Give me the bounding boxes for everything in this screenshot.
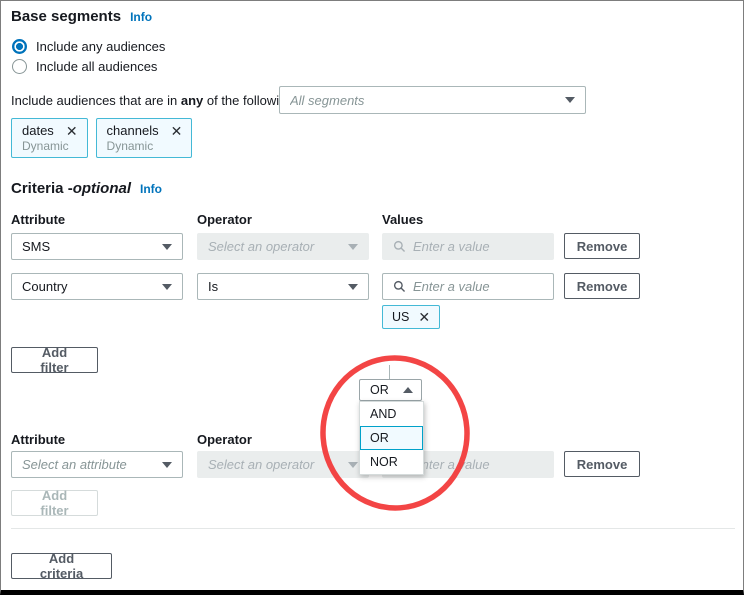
column-header-attribute: Attribute — [11, 212, 65, 227]
chevron-down-icon — [348, 284, 358, 290]
connector-line — [389, 365, 390, 379]
value-tag-label: US — [392, 310, 409, 324]
chevron-down-icon — [162, 462, 172, 468]
criteria-title-optional: optional — [73, 180, 131, 197]
criteria-info-link[interactable]: Info — [140, 182, 162, 196]
radio-unselected-icon[interactable] — [12, 59, 27, 74]
connector-option-nor[interactable]: NOR — [360, 450, 423, 474]
attribute-select-value: SMS — [22, 239, 162, 254]
segment-tag-name: channels — [107, 123, 159, 138]
operator-select-row2[interactable]: Is — [197, 273, 369, 300]
segment-tag-type: Dynamic — [107, 139, 183, 153]
add-criteria-button[interactable]: Add criteria — [11, 553, 112, 579]
remove-button-row1[interactable]: Remove — [564, 233, 640, 259]
attribute-select-placeholder: Select an attribute — [22, 457, 162, 472]
sentence-prefix: Include audiences that are in — [11, 93, 181, 108]
attribute-select-value: Country — [22, 279, 162, 294]
segment-tag-name: dates — [22, 123, 54, 138]
operator-select-row1: Select an operator — [197, 233, 369, 260]
column-header-attribute-group2: Attribute — [11, 432, 65, 447]
segment-tag-type: Dynamic — [22, 139, 78, 153]
base-segments-title: Base segments — [11, 8, 121, 25]
base-segments-info-link[interactable]: Info — [130, 10, 152, 24]
criteria-header: Criteria - optional Info — [11, 180, 162, 197]
operator-select-placeholder: Select an operator — [208, 457, 348, 472]
chevron-down-icon — [348, 244, 358, 250]
chevron-down-icon — [162, 284, 172, 290]
remove-button-row2[interactable]: Remove — [564, 273, 640, 299]
operator-select-value: Is — [208, 279, 348, 294]
radio-include-all[interactable]: Include all audiences — [12, 59, 157, 74]
chevron-down-icon — [565, 97, 575, 103]
radio-include-all-label: Include all audiences — [36, 59, 157, 74]
column-header-values: Values — [382, 212, 423, 227]
chevron-down-icon — [348, 462, 358, 468]
value-input-placeholder: Enter a value — [413, 279, 490, 294]
connector-selected-value: OR — [370, 383, 389, 397]
segment-tag-dates: dates ✕ Dynamic — [11, 118, 88, 158]
column-header-operator: Operator — [197, 212, 252, 227]
value-tag-us: US ✕ — [382, 305, 440, 329]
segment-editor-panel: Base segments Info Include any audiences… — [0, 0, 744, 595]
connector-dropdown-button[interactable]: OR — [359, 379, 422, 401]
chevron-down-icon — [162, 244, 172, 250]
operator-select-placeholder: Select an operator — [208, 239, 348, 254]
section-divider — [11, 528, 735, 529]
close-icon[interactable]: ✕ — [418, 310, 430, 324]
criteria-title: Criteria - — [11, 180, 73, 197]
value-input-row1: Enter a value — [382, 233, 554, 260]
connector-option-and[interactable]: AND — [360, 402, 423, 426]
radio-selected-icon[interactable] — [12, 39, 27, 54]
add-filter-button-group1[interactable]: Add filter — [11, 347, 98, 373]
attribute-select-group2[interactable]: Select an attribute — [11, 451, 183, 478]
close-icon[interactable]: ✕ — [66, 124, 78, 138]
attribute-select-row2[interactable]: Country — [11, 273, 183, 300]
segment-tags-row: dates ✕ Dynamic channels ✕ Dynamic — [11, 118, 200, 158]
search-icon — [393, 280, 406, 293]
chevron-up-icon — [403, 387, 413, 393]
connector-option-or[interactable]: OR — [360, 426, 423, 450]
segments-dropdown-placeholder: All segments — [290, 93, 565, 108]
value-input-placeholder: Enter a value — [413, 457, 490, 472]
sentence-emphasis: any — [181, 93, 203, 108]
include-audiences-sentence: Include audiences that are in any of the… — [11, 93, 297, 108]
column-header-operator-group2: Operator — [197, 432, 252, 447]
radio-include-any-label: Include any audiences — [36, 39, 165, 54]
remove-button-group2[interactable]: Remove — [564, 451, 640, 477]
radio-include-any[interactable]: Include any audiences — [12, 39, 165, 54]
base-segments-header: Base segments Info — [11, 8, 152, 25]
value-input-placeholder: Enter a value — [413, 239, 490, 254]
add-filter-button-group2: Add filter — [11, 490, 98, 516]
segments-dropdown[interactable]: All segments — [279, 86, 586, 114]
attribute-select-row1[interactable]: SMS — [11, 233, 183, 260]
connector-dropdown-list: AND OR NOR — [359, 401, 424, 475]
search-icon — [393, 240, 406, 253]
value-input-row2[interactable]: Enter a value — [382, 273, 554, 300]
operator-select-group2: Select an operator — [197, 451, 369, 478]
segment-tag-channels: channels ✕ Dynamic — [96, 118, 193, 158]
close-icon[interactable]: ✕ — [171, 124, 183, 138]
